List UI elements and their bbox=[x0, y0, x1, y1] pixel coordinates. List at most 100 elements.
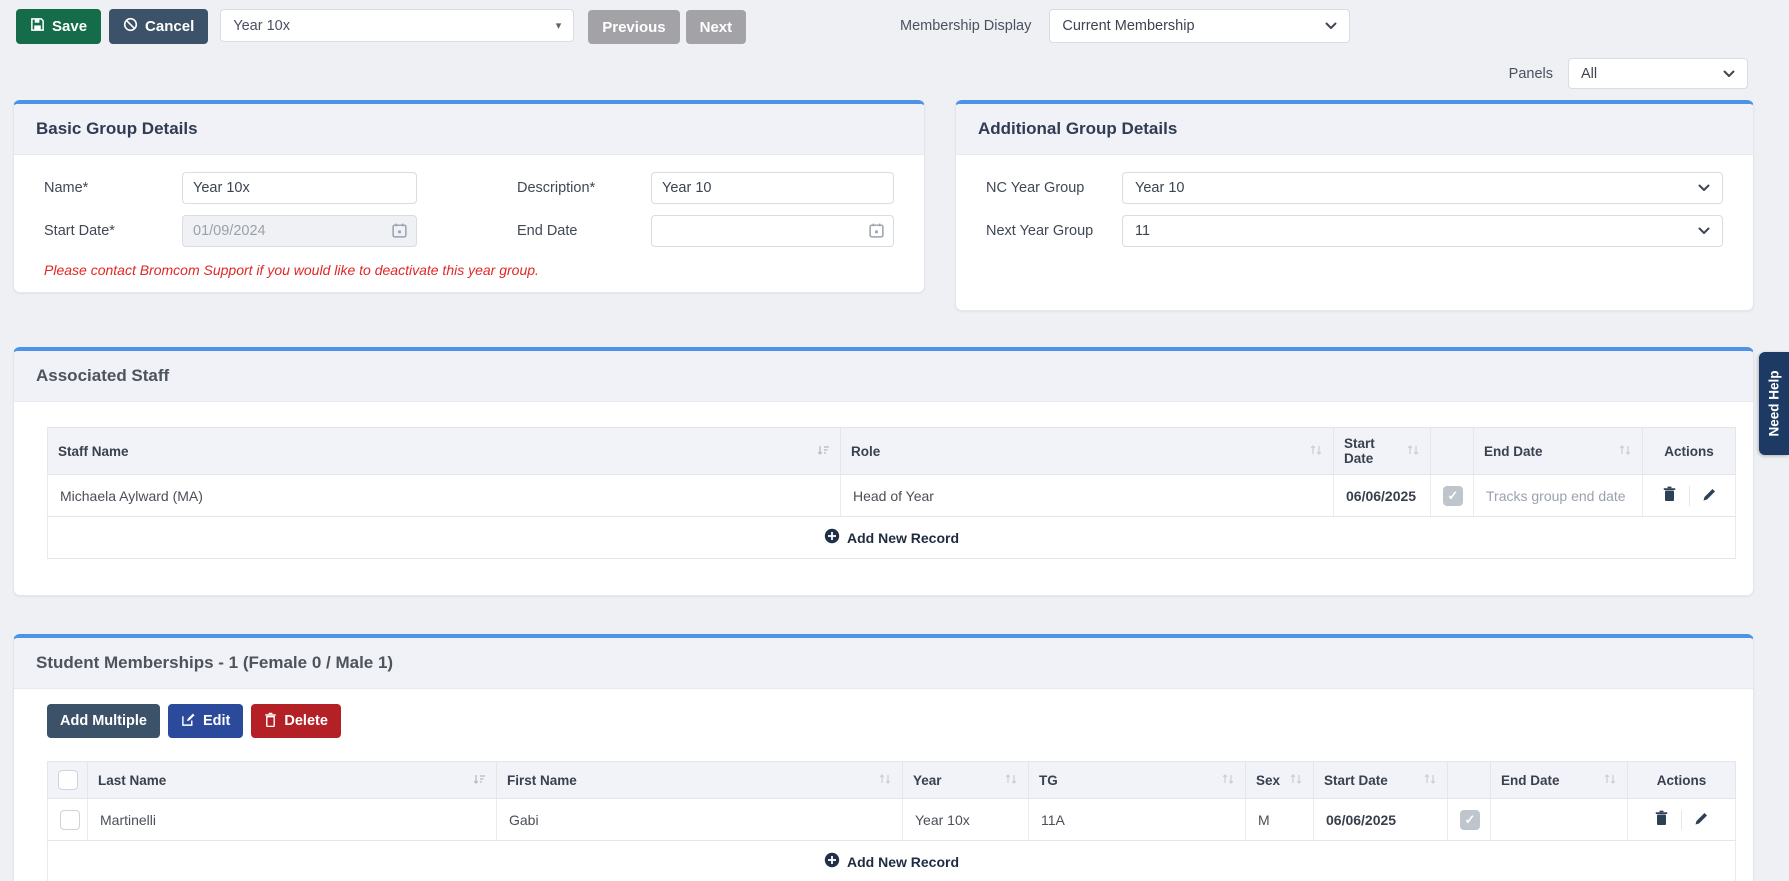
nc-year-group-select[interactable]: Year 10 bbox=[1122, 172, 1723, 204]
membership-display-select[interactable]: Current Membership bbox=[1049, 9, 1351, 43]
group-select[interactable]: Year 10x ▾ bbox=[220, 9, 575, 42]
edit-button[interactable]: Edit bbox=[168, 704, 244, 738]
student-memberships-panel: Student Memberships - 1 (Female 0 / Male… bbox=[13, 634, 1754, 881]
table-row: Martinelli Gabi Year 10x 11A M 06/06/202… bbox=[47, 798, 1736, 841]
next-button-label: Next bbox=[699, 18, 733, 36]
tracks-group-end-date-checkbox[interactable] bbox=[1443, 485, 1463, 506]
column-header-start-date[interactable]: Start Date bbox=[1313, 761, 1448, 799]
end-date-field[interactable] bbox=[651, 215, 894, 247]
select-all-checkbox[interactable] bbox=[58, 770, 78, 790]
start-date-label: Start Date* bbox=[44, 223, 115, 239]
edit-button-label: Edit bbox=[203, 713, 231, 729]
next-button[interactable]: Next bbox=[685, 10, 747, 44]
cell-tracks-checkbox bbox=[1430, 474, 1474, 517]
add-new-record-link[interactable]: Add New Record bbox=[55, 528, 1728, 547]
sort-icon bbox=[1406, 444, 1420, 459]
cell-sex[interactable]: M bbox=[1245, 798, 1314, 841]
edit-row-button[interactable] bbox=[1700, 485, 1719, 507]
column-header-end-date[interactable]: End Date bbox=[1473, 427, 1643, 475]
trash-icon bbox=[264, 712, 277, 731]
nc-year-group-value: Year 10 bbox=[1135, 180, 1185, 196]
additional-group-details-title: Additional Group Details bbox=[956, 104, 1753, 155]
sort-icon bbox=[1309, 444, 1323, 459]
start-date-field[interactable] bbox=[182, 215, 417, 247]
associated-staff-table: Staff Name Role Start Date End Date Acti… bbox=[47, 427, 1736, 559]
deactivate-warning-text: Please contact Bromcom Support if you wo… bbox=[44, 262, 539, 278]
description-field[interactable] bbox=[651, 172, 894, 204]
delete-row-button[interactable] bbox=[1652, 808, 1671, 831]
sort-icon bbox=[1221, 773, 1235, 788]
trash-icon bbox=[1654, 810, 1669, 829]
name-field[interactable] bbox=[182, 172, 417, 204]
membership-display-label: Membership Display bbox=[900, 18, 1032, 34]
sort-icon bbox=[1603, 773, 1617, 788]
additional-group-details-panel: Additional Group Details NC Year Group Y… bbox=[955, 100, 1754, 311]
sort-icon bbox=[878, 773, 892, 788]
chevron-down-icon bbox=[1325, 18, 1337, 34]
cancel-icon bbox=[123, 17, 138, 36]
cell-last-name[interactable]: Martinelli bbox=[87, 798, 497, 841]
actions-divider bbox=[1688, 485, 1690, 506]
delete-row-button[interactable] bbox=[1660, 484, 1679, 507]
cell-end-date[interactable]: Tracks group end date bbox=[1473, 474, 1643, 517]
column-header-actions: Actions bbox=[1642, 427, 1736, 475]
column-header-role[interactable]: Role bbox=[840, 427, 1334, 475]
panels-select[interactable]: All bbox=[1568, 58, 1748, 89]
delete-button-label: Delete bbox=[284, 713, 328, 729]
toolbar: Save Cancel Year 10x ▾ Previous Next Mem… bbox=[0, 0, 1789, 52]
plus-circle-icon bbox=[824, 528, 840, 547]
need-help-tab[interactable]: Need Help bbox=[1759, 352, 1789, 455]
save-button[interactable]: Save bbox=[16, 9, 102, 44]
save-button-label: Save bbox=[52, 18, 88, 35]
next-year-group-select[interactable]: 11 bbox=[1122, 215, 1723, 247]
add-multiple-button[interactable]: Add Multiple bbox=[47, 704, 160, 738]
column-header-end-date[interactable]: End Date bbox=[1490, 761, 1628, 799]
chevron-down-icon bbox=[1698, 180, 1710, 196]
plus-circle-icon bbox=[824, 852, 840, 871]
trash-icon bbox=[1662, 486, 1677, 505]
end-date-label: End Date bbox=[517, 223, 578, 239]
row-select-checkbox[interactable] bbox=[60, 809, 80, 830]
need-help-label: Need Help bbox=[1766, 370, 1782, 437]
cell-start-date[interactable]: 06/06/2025 bbox=[1313, 798, 1448, 841]
calendar-icon[interactable] bbox=[868, 222, 885, 244]
cell-role[interactable]: Head of Year bbox=[840, 474, 1334, 517]
pencil-icon bbox=[1702, 487, 1717, 505]
calendar-icon[interactable] bbox=[391, 222, 408, 244]
name-label: Name* bbox=[44, 180, 89, 196]
previous-button[interactable]: Previous bbox=[588, 10, 680, 44]
basic-group-details-panel: Basic Group Details Name* Description* S… bbox=[13, 100, 925, 293]
column-header-year[interactable]: Year bbox=[902, 761, 1029, 799]
panels-filter: Panels All bbox=[1509, 58, 1748, 89]
column-header-last-name[interactable]: Last Name bbox=[87, 761, 497, 799]
column-header-first-name[interactable]: First Name bbox=[496, 761, 903, 799]
student-add-row: Add New Record bbox=[47, 840, 1736, 881]
cell-year[interactable]: Year 10x bbox=[902, 798, 1029, 841]
student-table-header-row: Last Name First Name Year TG Sex Start D… bbox=[47, 761, 1736, 799]
sort-icon bbox=[1004, 773, 1018, 788]
next-year-group-value: 11 bbox=[1135, 223, 1151, 239]
cell-first-name[interactable]: Gabi bbox=[496, 798, 903, 841]
cell-start-date[interactable]: 06/06/2025 bbox=[1333, 474, 1431, 517]
cancel-button[interactable]: Cancel bbox=[109, 9, 209, 44]
associated-staff-title: Associated Staff bbox=[14, 351, 1753, 402]
cell-tracks-checkbox bbox=[1447, 798, 1491, 841]
cell-end-date[interactable] bbox=[1490, 798, 1628, 841]
column-header-staff-name[interactable]: Staff Name bbox=[47, 427, 841, 475]
staff-table-header-row: Staff Name Role Start Date End Date Acti… bbox=[47, 427, 1736, 475]
next-year-group-label: Next Year Group bbox=[986, 223, 1094, 239]
cell-staff-name[interactable]: Michaela Aylward (MA) bbox=[47, 474, 841, 517]
caret-down-icon: ▾ bbox=[555, 20, 562, 32]
edit-row-button[interactable] bbox=[1692, 809, 1711, 831]
sort-icon bbox=[1618, 444, 1632, 459]
membership-display-value: Current Membership bbox=[1062, 18, 1195, 34]
column-header-start-date[interactable]: Start Date bbox=[1333, 427, 1431, 475]
table-row: Michaela Aylward (MA) Head of Year 06/06… bbox=[47, 474, 1736, 517]
column-header-sex[interactable]: Sex bbox=[1245, 761, 1314, 799]
add-new-record-link[interactable]: Add New Record bbox=[55, 852, 1728, 871]
cell-tg[interactable]: 11A bbox=[1028, 798, 1246, 841]
tracks-group-end-date-checkbox[interactable] bbox=[1460, 809, 1480, 830]
column-header-tg[interactable]: TG bbox=[1028, 761, 1246, 799]
sort-icon bbox=[1289, 773, 1303, 788]
delete-button[interactable]: Delete bbox=[251, 704, 341, 738]
